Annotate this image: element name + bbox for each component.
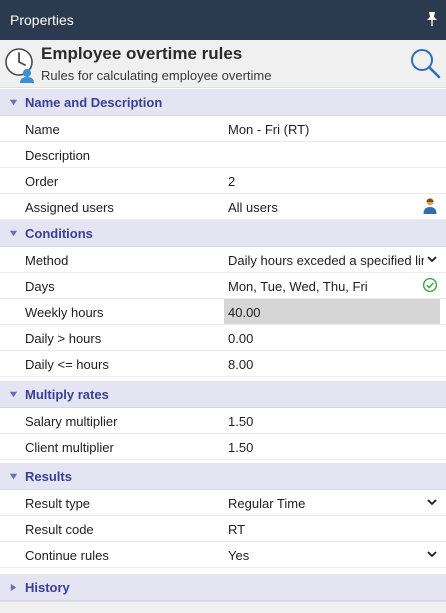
daily-lte-hours-input[interactable]: 8.00 — [224, 351, 440, 376]
days-value-field: Mon, Tue, Wed, Thu, Fri — [224, 273, 440, 298]
properties-titlebar: Properties — [0, 0, 446, 40]
name-input[interactable]: Mon - Fri (RT) — [224, 116, 440, 141]
properties-header: Employee overtime rules Rules for calcul… — [0, 40, 446, 88]
header-title: Employee overtime rules — [41, 44, 243, 63]
weekly-hours-input[interactable]: 40.00 — [224, 299, 440, 324]
field-label-days: Days — [25, 279, 55, 294]
salary-multiplier-value: 1.50 — [228, 414, 254, 429]
field-row-result-code: Result code RT — [0, 516, 446, 542]
assigned-users-value: All users — [228, 200, 278, 215]
section-title: Conditions — [25, 226, 93, 241]
field-label-client-multiplier: Client multiplier — [25, 440, 114, 455]
daily-gt-hours-value: 0.00 — [228, 331, 254, 346]
field-row-description: Description — [0, 142, 446, 168]
days-value: Mon, Tue, Wed, Thu, Fri — [228, 279, 368, 294]
section-title: Results — [25, 469, 72, 484]
chevron-down-icon — [427, 256, 437, 263]
field-label-order: Order — [25, 174, 59, 189]
name-value: Mon - Fri (RT) — [228, 122, 310, 137]
client-multiplier-value: 1.50 — [228, 440, 254, 455]
section-history[interactable]: History — [0, 574, 446, 601]
field-row-client-multiplier: Client multiplier 1.50 — [0, 434, 446, 460]
description-input[interactable] — [224, 142, 440, 167]
chevron-down-icon — [427, 499, 437, 506]
field-label-continue-rules: Continue rules — [25, 548, 109, 563]
section-title: Name and Description — [25, 95, 163, 110]
field-label-name: Name — [25, 122, 60, 137]
method-select[interactable]: Daily hours exceded a specified limit — [224, 247, 440, 272]
salary-multiplier-input[interactable]: 1.50 — [224, 408, 440, 433]
field-row-daily-lte-hours: Daily <= hours 8.00 — [0, 351, 446, 377]
expand-arrow-icon — [10, 583, 17, 592]
pin-icon[interactable] — [425, 11, 439, 27]
field-row-salary-multiplier: Salary multiplier 1.50 — [0, 408, 446, 434]
search-icon[interactable] — [409, 47, 441, 79]
field-row-result-type: Result type Regular Time — [0, 490, 446, 516]
field-row-order: Order 2 — [0, 168, 446, 194]
result-type-select[interactable]: Regular Time — [224, 490, 440, 515]
section-title: Multiply rates — [25, 387, 109, 402]
collapse-arrow-icon — [9, 99, 18, 106]
collapse-arrow-icon — [9, 473, 18, 480]
field-label-method: Method — [25, 253, 69, 268]
weekly-hours-value: 40.00 — [228, 305, 261, 320]
section-multiply-rates[interactable]: Multiply rates — [0, 381, 446, 408]
header-subtitle: Rules for calculating employee overtime — [41, 68, 272, 83]
user-icon[interactable] — [422, 197, 438, 215]
continue-rules-value: Yes — [228, 548, 250, 563]
field-row-assigned-users: Assigned users All users — [0, 194, 446, 220]
field-label-daily-lte-hours: Daily <= hours — [25, 357, 109, 372]
collapse-arrow-icon — [9, 391, 18, 398]
collapse-arrow-icon — [9, 230, 18, 237]
assigned-users-value-field: All users — [224, 194, 440, 219]
field-label-weekly-hours: Weekly hours — [25, 305, 104, 320]
field-row-method: Method Daily hours exceded a specified l… — [0, 247, 446, 273]
panel-title: Properties — [10, 12, 74, 28]
field-row-days: Days Mon, Tue, Wed, Thu, Fri — [0, 273, 446, 299]
daily-gt-hours-input[interactable]: 0.00 — [224, 325, 440, 350]
daily-lte-hours-value: 8.00 — [228, 357, 254, 372]
section-conditions[interactable]: Conditions — [0, 220, 446, 247]
section-name-description[interactable]: Name and Description — [0, 89, 446, 116]
result-type-value: Regular Time — [228, 496, 306, 511]
client-multiplier-input[interactable]: 1.50 — [224, 434, 440, 459]
field-row-name: Name Mon - Fri (RT) — [0, 116, 446, 142]
field-label-daily-gt-hours: Daily > hours — [25, 331, 102, 346]
field-row-continue-rules: Continue rules Yes — [0, 542, 446, 568]
field-label-result-code: Result code — [25, 522, 94, 537]
method-value: Daily hours exceded a specified limit — [228, 253, 424, 268]
order-value: 2 — [228, 174, 236, 189]
field-label-assigned-users: Assigned users — [25, 200, 114, 215]
continue-rules-select[interactable]: Yes — [224, 542, 440, 567]
field-label-salary-multiplier: Salary multiplier — [25, 414, 118, 429]
result-code-value: RT — [228, 522, 246, 537]
field-row-daily-gt-hours: Daily > hours 0.00 — [0, 325, 446, 351]
check-circle-icon[interactable] — [422, 276, 438, 294]
overtime-clock-icon — [5, 48, 34, 83]
result-code-input[interactable]: RT — [224, 516, 440, 541]
field-label-description: Description — [25, 148, 91, 163]
section-results[interactable]: Results — [0, 463, 446, 490]
chevron-down-icon — [427, 551, 437, 558]
field-label-result-type: Result type — [25, 496, 91, 511]
section-title: History — [25, 580, 70, 595]
panel-footer — [0, 601, 446, 613]
order-input[interactable]: 2 — [224, 168, 440, 193]
field-row-weekly-hours: Weekly hours 40.00 — [0, 299, 446, 325]
